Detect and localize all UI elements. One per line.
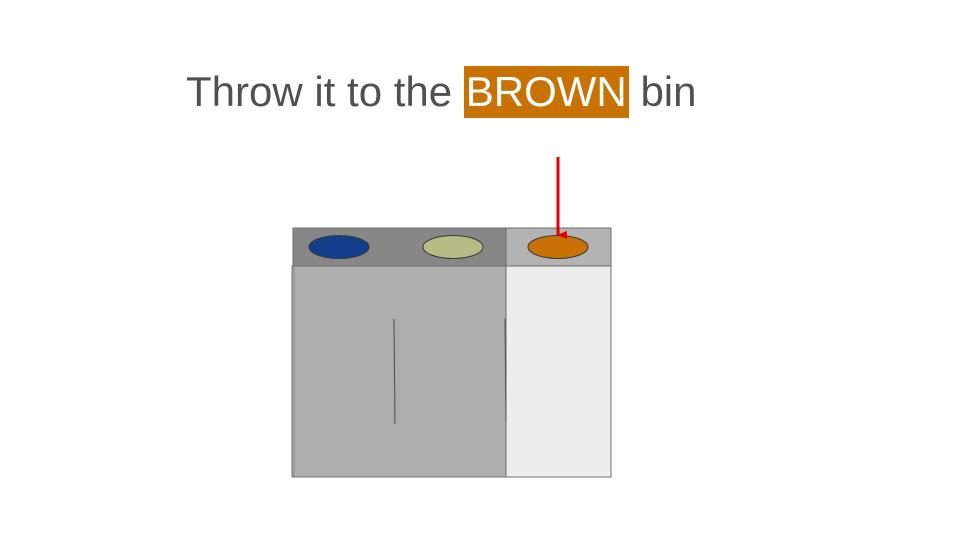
bin-unit	[291, 227, 612, 478]
bin-body-left	[291, 265, 507, 478]
olive-bin-opening[interactable]	[422, 235, 484, 259]
brown-bin-opening[interactable]	[527, 235, 589, 259]
recycling-bins-illustration	[291, 157, 612, 478]
blue-bin-opening[interactable]	[308, 235, 370, 259]
bin-body-brown[interactable]	[505, 265, 612, 478]
